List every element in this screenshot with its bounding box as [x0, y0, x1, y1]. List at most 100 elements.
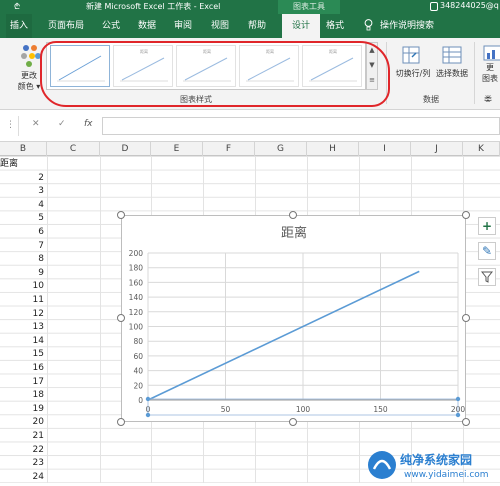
cell-b[interactable]: 19 [0, 402, 46, 416]
cell-b[interactable]: 距离 [0, 157, 46, 171]
cell-b[interactable]: 9 [0, 266, 46, 280]
y-tick-label: 200 [129, 249, 144, 258]
grid-line [47, 156, 48, 483]
grid-line [100, 156, 101, 483]
change-chart-type-label-2: 图表 [482, 74, 498, 83]
user-account[interactable]: 348244025@q [440, 1, 499, 10]
column-headers: B C D E F G H I J K [0, 142, 500, 156]
switch-row-column-button[interactable]: 切换行/列 [390, 42, 434, 80]
scatter-chart[interactable]: 距离0204060801001201401601802000 50 100 150 20… [122, 216, 467, 423]
lightbulb-icon [364, 19, 373, 31]
y-tick-label: 120 [129, 308, 144, 317]
cell-b[interactable]: 10 [0, 279, 46, 293]
chart-type-icon [483, 45, 500, 61]
cell-b[interactable]: 6 [0, 225, 46, 239]
axis-handle [455, 412, 461, 418]
cell-b[interactable]: 7 [0, 239, 46, 253]
column-header[interactable]: E [151, 142, 203, 156]
y-tick-label: 100 [129, 323, 144, 332]
column-header[interactable]: J [411, 142, 463, 156]
ribbon-tabs: 插入 页面布局 公式 数据 审阅 视图 帮助 设计 格式 操作说明搜索 [0, 14, 500, 38]
cell-b[interactable]: 17 [0, 375, 46, 389]
resize-handle[interactable] [462, 418, 470, 426]
resize-handle[interactable] [117, 211, 125, 219]
formula-input[interactable] [102, 117, 500, 135]
cell-b[interactable]: 12 [0, 307, 46, 321]
chart-area[interactable]: 距离 0 20 40 60 80 100 120 140 160 180 200 0 50 100 150 20… [121, 215, 466, 422]
cell-b[interactable]: 20 [0, 415, 46, 429]
y-tick-label: 180 [129, 264, 144, 273]
column-header[interactable]: G [255, 142, 307, 156]
confirm-icon[interactable]: ✓ [58, 119, 66, 129]
chart-title: 距离 [281, 225, 307, 241]
cell-b[interactable]: 3 [0, 184, 46, 198]
resize-handle[interactable] [117, 314, 125, 322]
ribbon-separator [474, 42, 475, 104]
quick-access-dropdown[interactable]: ₾ [14, 1, 20, 12]
x-tick-label: 50 [221, 405, 231, 414]
tab-insert[interactable]: 插入 [6, 14, 33, 38]
cell-b[interactable]: 23 [0, 456, 46, 470]
cell-b[interactable]: 11 [0, 293, 46, 307]
cell-b[interactable]: 24 [0, 470, 46, 484]
cell-b[interactable]: 18 [0, 388, 46, 402]
tab-data[interactable]: 数据 [134, 14, 160, 38]
cell-b[interactable]: 21 [0, 429, 46, 443]
annotation-highlight [40, 41, 390, 107]
column-header[interactable]: D [100, 142, 151, 156]
x-tick-label: 100 [296, 405, 311, 414]
watermark-logo: 纯净系统家园 www.yidaimei.com [364, 447, 500, 483]
change-chart-type-button[interactable]: 更 图表 类 [478, 42, 500, 102]
chart-styles-brush-button[interactable]: ✎ [478, 242, 496, 260]
cell-b[interactable]: 14 [0, 334, 46, 348]
chart-elements-button[interactable]: + [478, 217, 496, 235]
y-tick-label: 0 [138, 396, 143, 405]
formula-bar: ⋮ ✕ ✓ fx [0, 110, 500, 142]
column-header[interactable]: H [307, 142, 359, 156]
tab-review[interactable]: 审阅 [170, 14, 196, 38]
tab-view[interactable]: 视图 [207, 14, 233, 38]
cell-b[interactable]: 16 [0, 361, 46, 375]
tell-me-search[interactable]: 操作说明搜索 [376, 14, 438, 38]
column-header[interactable]: I [359, 142, 411, 156]
column-header[interactable]: K [463, 142, 500, 156]
column-header[interactable]: B [0, 142, 47, 156]
axis-handle [145, 412, 151, 418]
cell-b[interactable]: 8 [0, 252, 46, 266]
y-tick-label: 20 [133, 381, 143, 390]
resize-handle[interactable] [462, 211, 470, 219]
cell-b[interactable]: 22 [0, 443, 46, 457]
resize-handle[interactable] [289, 211, 297, 219]
tab-help[interactable]: 帮助 [244, 14, 270, 38]
switch-row-column-icon [402, 46, 420, 64]
svg-text:www.yidaimei.com: www.yidaimei.com [404, 470, 489, 480]
select-data-button[interactable]: 选择数据 [434, 42, 470, 80]
column-header[interactable]: C [47, 142, 100, 156]
cancel-icon[interactable]: ✕ [32, 119, 40, 129]
resize-handle[interactable] [289, 418, 297, 426]
svg-text:纯净系统家园: 纯净系统家园 [400, 452, 472, 467]
cell-b[interactable]: 13 [0, 320, 46, 334]
user-icon [430, 2, 438, 11]
resize-handle[interactable] [117, 418, 125, 426]
cell-b[interactable]: 15 [0, 347, 46, 361]
resize-handle[interactable] [462, 314, 470, 322]
axis-handle [145, 396, 151, 402]
tab-design[interactable]: 设计 [282, 14, 320, 38]
color-palette-icon [21, 45, 41, 67]
filter-icon [480, 271, 494, 283]
cell-b[interactable]: 2 [0, 171, 46, 185]
tab-formulas[interactable]: 公式 [98, 14, 124, 38]
title-bar: ₾ 新建 Microsoft Excel 工作表 - Excel 图表工具 34… [0, 0, 500, 14]
tab-page-layout[interactable]: 页面布局 [44, 14, 88, 38]
formula-bar-grip-icon[interactable]: ⋮ [6, 120, 15, 130]
y-tick-label: 160 [129, 278, 144, 287]
tab-format[interactable]: 格式 [322, 14, 348, 38]
cell-b[interactable]: 4 [0, 198, 46, 212]
y-tick-label: 40 [133, 367, 143, 376]
change-chart-type-label-1: 更 [486, 63, 494, 72]
insert-function-icon[interactable]: fx [84, 119, 93, 129]
chart-filters-button[interactable] [478, 268, 496, 286]
column-header[interactable]: F [203, 142, 255, 156]
cell-b[interactable]: 5 [0, 211, 46, 225]
